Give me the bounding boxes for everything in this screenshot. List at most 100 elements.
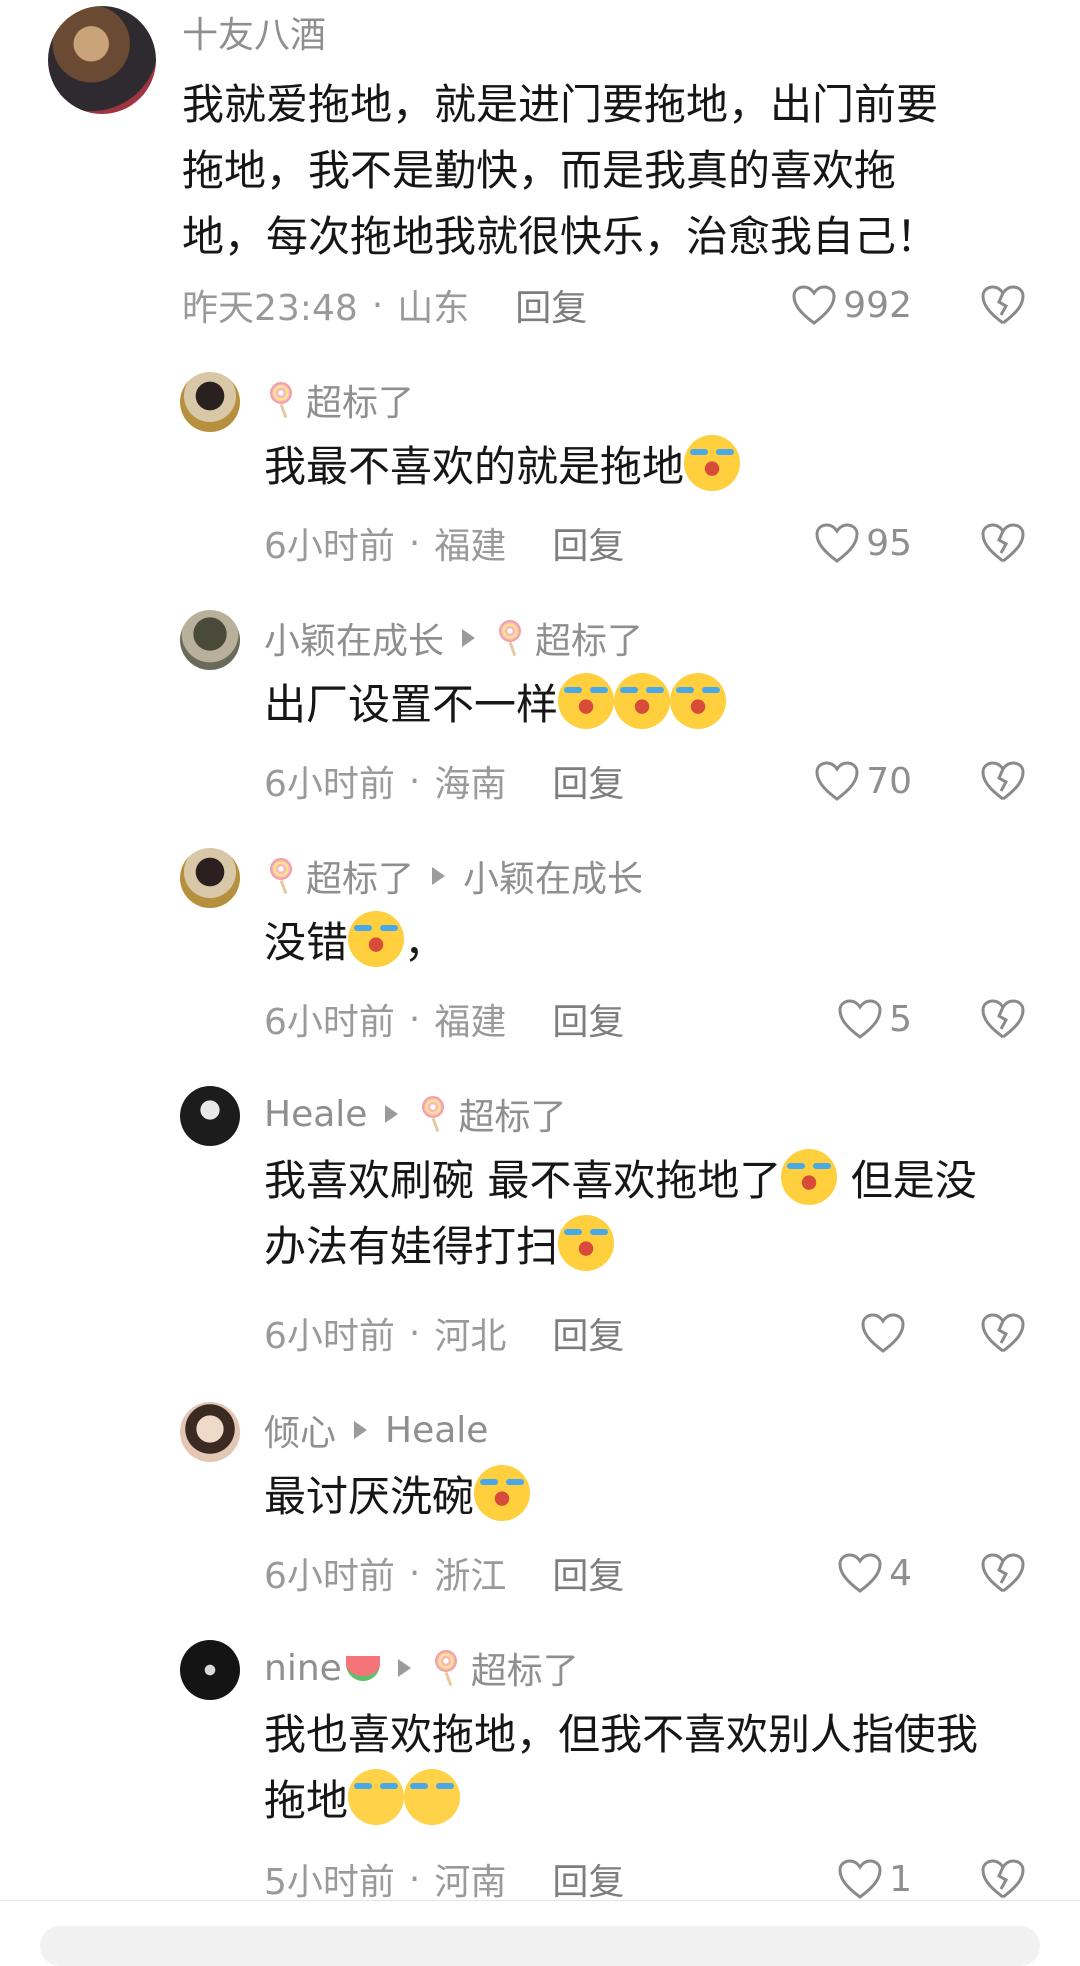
lollipop-icon (429, 1648, 463, 1688)
username[interactable]: 小颖在成长 超标了 (264, 616, 643, 662)
reply-text: 最讨厌洗碗 (264, 1464, 531, 1530)
reply-target: Heale (385, 1409, 489, 1451)
like-button[interactable]: 95 (814, 518, 912, 568)
like-count: 70 (866, 760, 912, 802)
dizzy-face-emoji-icon (404, 1769, 461, 1825)
avatar[interactable] (48, 6, 156, 114)
reply-meta: 6小时前 · 河北 回复 (264, 1308, 624, 1358)
like-count: 1 (889, 1858, 912, 1900)
reply-meta: 5小时前 · 河南 回复 (264, 1854, 624, 1904)
reply-target: 超标了 (458, 1097, 567, 1138)
lollipop-icon (264, 856, 298, 896)
crying-laughing-emoji-icon (614, 673, 671, 729)
lollipop-icon (493, 618, 527, 658)
username[interactable]: 超标了 (264, 378, 414, 424)
reply-button[interactable]: 回复 (552, 1853, 624, 1905)
reply-meta: 6小时前 · 福建 回复 (264, 518, 624, 568)
like-count: 4 (889, 1552, 912, 1594)
reply-target: 超标了 (535, 621, 644, 662)
dislike-button[interactable] (980, 1854, 1026, 1904)
reply-text: 我也喜欢拖地，但我不喜欢别人指使我 拖地 (264, 1710, 979, 1825)
crying-laughing-emoji-icon (348, 911, 405, 967)
location: 河南 (434, 1862, 507, 1903)
reply-target: 超标了 (470, 1651, 579, 1692)
like-button[interactable]: 4 (837, 1548, 912, 1598)
crying-laughing-emoji-icon (558, 673, 615, 729)
avatar[interactable] (180, 610, 240, 670)
triangle-right-icon (354, 1421, 368, 1439)
reply-text: 我喜欢刷碗 最不喜欢拖地了 但是没 办法有娃得打扫 (264, 1148, 977, 1280)
location: 海南 (434, 764, 507, 805)
avatar[interactable] (180, 1640, 240, 1700)
username[interactable]: 倾心 Heale (264, 1408, 489, 1455)
heart-outline-icon (815, 523, 859, 563)
timestamp: 5小时前 (264, 1862, 395, 1903)
username[interactable]: nine 超标了 (264, 1646, 579, 1693)
reply-button[interactable]: 回复 (552, 517, 624, 569)
dislike-button[interactable] (980, 994, 1026, 1044)
triangle-right-icon (385, 1105, 399, 1123)
location: 福建 (434, 1002, 507, 1043)
reply-button[interactable]: 回复 (552, 1547, 624, 1599)
triangle-right-icon (432, 867, 446, 885)
timestamp: 6小时前 (264, 1316, 395, 1357)
location: 河北 (434, 1316, 507, 1357)
like-button[interactable] (860, 1308, 912, 1358)
dislike-button[interactable] (980, 756, 1026, 806)
avatar[interactable] (180, 848, 240, 908)
like-count: 5 (889, 998, 912, 1040)
avatar[interactable] (180, 1402, 240, 1462)
like-button[interactable]: 992 (791, 280, 912, 330)
location: 福建 (434, 526, 507, 567)
broken-heart-icon (981, 1553, 1025, 1593)
broken-heart-icon (981, 285, 1025, 325)
like-count: 992 (843, 284, 912, 326)
reply-text: 没错， (264, 910, 446, 976)
reply-button[interactable]: 回复 (552, 755, 624, 807)
username[interactable]: 超标了 小颖在成长 (264, 854, 643, 900)
dislike-button[interactable] (980, 1548, 1026, 1598)
dislike-button[interactable] (980, 518, 1026, 568)
heart-outline-icon (838, 999, 882, 1039)
avatar[interactable] (180, 372, 240, 432)
lollipop-icon (416, 1094, 450, 1134)
divider (0, 1900, 1080, 1901)
heart-outline-icon (838, 1553, 882, 1593)
triangle-right-icon (462, 629, 476, 647)
reply-button[interactable]: 回复 (552, 993, 624, 1045)
heart-outline-icon (792, 285, 836, 325)
dislike-button[interactable] (980, 280, 1026, 330)
lollipop-icon (264, 380, 298, 420)
reply-meta: 6小时前 · 浙江 回复 (264, 1548, 624, 1598)
watermelon-icon (345, 1655, 380, 1681)
triangle-right-icon (397, 1659, 411, 1677)
avatar[interactable] (180, 1086, 240, 1146)
timestamp: 昨天23:48 (182, 288, 358, 329)
like-button[interactable]: 70 (814, 756, 912, 806)
broken-heart-icon (981, 761, 1025, 801)
comment-input-bar[interactable] (40, 1926, 1040, 1966)
like-button[interactable]: 5 (837, 994, 912, 1044)
broken-heart-icon (981, 523, 1025, 563)
username[interactable]: Heale 超标了 (264, 1092, 566, 1139)
reply-button[interactable]: 回复 (552, 1307, 624, 1359)
broken-heart-icon (981, 1859, 1025, 1899)
reply-text: 出厂设置不一样 (264, 672, 727, 738)
dizzy-face-emoji-icon (348, 1769, 405, 1825)
heart-outline-icon (838, 1859, 882, 1899)
reply-meta: 6小时前 · 福建 回复 (264, 994, 624, 1044)
crying-laughing-emoji-icon (670, 673, 727, 729)
broken-heart-icon (981, 999, 1025, 1039)
location: 浙江 (434, 1556, 507, 1597)
like-count: 95 (866, 522, 912, 564)
dislike-button[interactable] (980, 1308, 1026, 1358)
reply-button[interactable]: 回复 (515, 279, 587, 331)
reply-target: 小颖在成长 (463, 859, 644, 900)
crying-laughing-emoji-icon (558, 1215, 615, 1271)
reply-text: 我最不喜欢的就是拖地 (264, 434, 741, 500)
tears-of-joy-emoji-icon (474, 1465, 531, 1521)
grinning-sweat-emoji-icon (781, 1149, 838, 1205)
username[interactable]: 十友八酒 (182, 10, 326, 56)
like-button[interactable]: 1 (837, 1854, 912, 1904)
timestamp: 6小时前 (264, 526, 395, 567)
